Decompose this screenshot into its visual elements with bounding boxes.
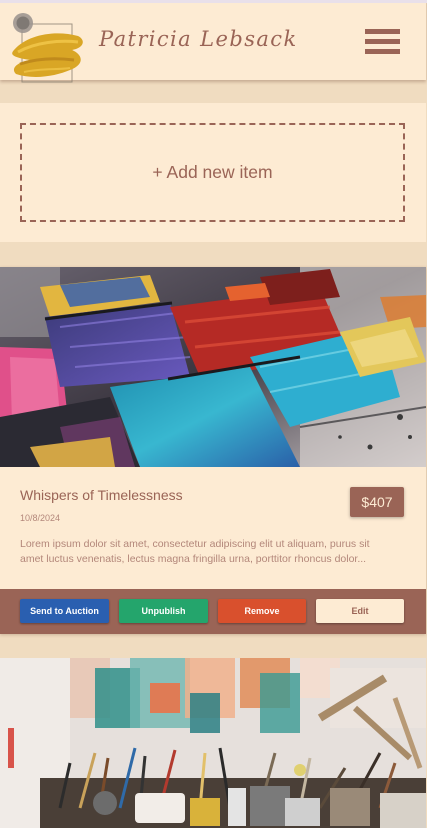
paint-brushes-illustration (0, 267, 426, 467)
edit-button[interactable]: Edit (316, 599, 404, 623)
card-actions: Send to Auction Unpublish Remove Edit (0, 589, 426, 634)
item-card (0, 658, 426, 828)
header-top-line (0, 0, 427, 3)
item-image[interactable] (0, 267, 426, 467)
hamburger-menu-icon[interactable] (365, 27, 400, 55)
item-description: Lorem ipsum dolor sit amet, consectetur … (20, 538, 370, 565)
menu-bar (365, 39, 400, 44)
app: Patricia Lebsack + Add new item Whispers… (0, 0, 427, 828)
price-badge: $407 (350, 487, 404, 517)
add-new-item-button[interactable]: + Add new item (20, 123, 405, 222)
unpublish-button[interactable]: Unpublish (119, 599, 208, 623)
item-card: Whispers of Timelessness 10/8/2024 $407 … (0, 267, 426, 634)
item-title[interactable]: Whispers of Timelessness (20, 487, 183, 503)
app-header: Patricia Lebsack (0, 0, 427, 83)
remove-button[interactable]: Remove (218, 599, 306, 623)
logo[interactable] (8, 12, 94, 90)
item-date: 10/8/2024 (20, 513, 61, 523)
menu-bar (365, 29, 400, 34)
item-details: Whispers of Timelessness 10/8/2024 $407 … (0, 467, 426, 589)
send-to-auction-button[interactable]: Send to Auction (20, 599, 109, 623)
item-image[interactable] (0, 658, 426, 828)
site-title: Patricia Lebsack (99, 27, 298, 51)
art-studio-illustration (0, 658, 426, 828)
add-item-panel: + Add new item (0, 103, 426, 242)
menu-bar (365, 49, 400, 54)
